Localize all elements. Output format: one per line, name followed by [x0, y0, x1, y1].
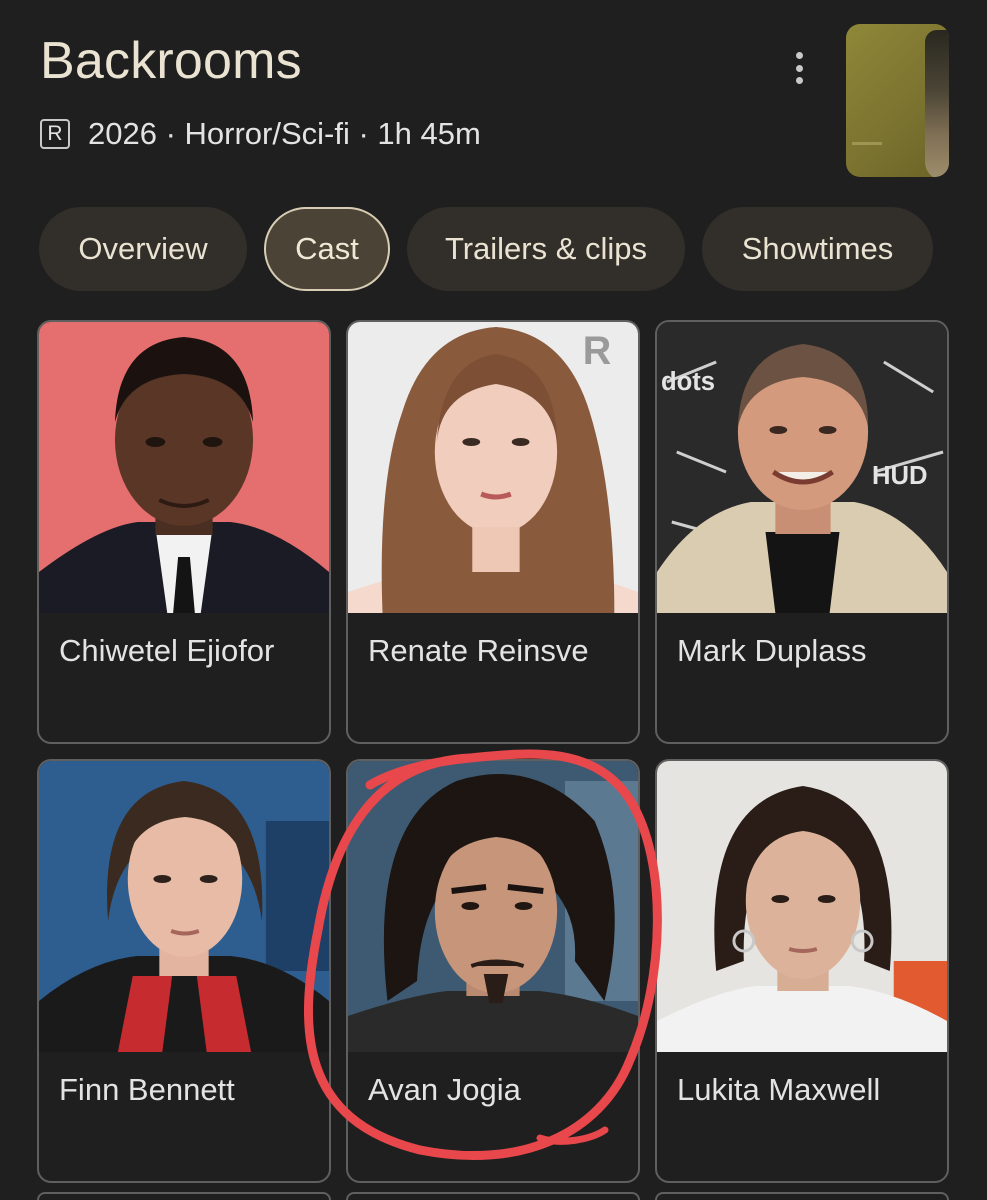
svg-text:R: R: [583, 329, 611, 373]
cast-card-next-peek: [346, 1192, 640, 1200]
cast-photo: [39, 761, 329, 1052]
cast-card[interactable]: dots HUD Mark Duplass: [655, 320, 949, 744]
tab-bar: Overview Cast Trailers & clips Showtimes: [39, 207, 933, 291]
movie-title: Backrooms: [40, 32, 302, 90]
more-vert-icon[interactable]: [782, 48, 816, 88]
cast-photo: R: [348, 322, 638, 613]
svg-text:HUD: HUD: [872, 462, 928, 490]
cast-card[interactable]: R Renate Reinsve: [346, 320, 640, 744]
svg-text:dots: dots: [661, 368, 715, 396]
cast-name: Finn Bennett: [59, 1072, 235, 1107]
cast-name: Avan Jogia: [368, 1072, 521, 1107]
cast-photo: [39, 322, 329, 613]
cast-photo: dots HUD: [657, 322, 947, 613]
cast-card[interactable]: Chiwetel Ejiofor: [37, 320, 331, 744]
movie-poster-thumbnail[interactable]: [846, 24, 949, 177]
cast-name: Renate Reinsve: [368, 633, 589, 668]
cast-name: Mark Duplass: [677, 633, 867, 668]
movie-knowledge-panel: Backrooms R 2026 · Horror/Sci-fi · 1h 45…: [0, 0, 987, 1200]
rating-badge: R: [40, 119, 70, 149]
cast-photo: [348, 761, 638, 1052]
tab-trailers-clips[interactable]: Trailers & clips: [407, 207, 685, 291]
tab-overview[interactable]: Overview: [39, 207, 247, 291]
cast-name: Chiwetel Ejiofor: [59, 633, 275, 668]
tab-showtimes[interactable]: Showtimes: [702, 207, 933, 291]
cast-card-next-peek: [37, 1192, 331, 1200]
cast-photo: [657, 761, 947, 1052]
movie-details: 2026 · Horror/Sci-fi · 1h 45m: [88, 116, 481, 151]
cast-card-next-peek: [655, 1192, 949, 1200]
movie-meta: R 2026 · Horror/Sci-fi · 1h 45m: [40, 116, 481, 152]
cast-card[interactable]: Avan Jogia: [346, 759, 640, 1183]
cast-card[interactable]: Finn Bennett: [37, 759, 331, 1183]
tab-cast[interactable]: Cast: [264, 207, 390, 291]
cast-name: Lukita Maxwell: [677, 1072, 881, 1107]
cast-card[interactable]: Lukita Maxwell: [655, 759, 949, 1183]
